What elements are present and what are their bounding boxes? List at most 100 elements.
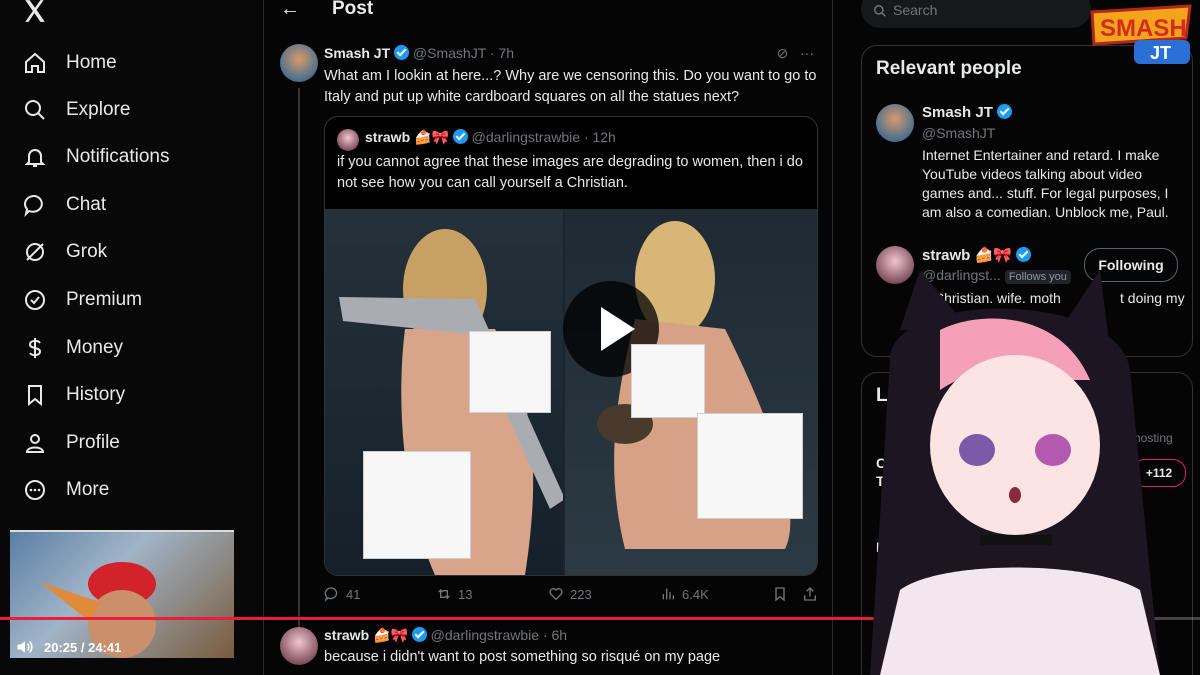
person-handle[interactable]: @SmashJT (922, 125, 995, 141)
tweet-actions: 41 13 223 6.4K (324, 586, 824, 606)
bookmark-icon (22, 382, 48, 408)
volume-icon[interactable] (14, 637, 36, 657)
verified-badge-icon (997, 104, 1013, 119)
quoted-author-handle: @darlingstrawbie (471, 129, 581, 145)
person-name[interactable]: Smash JT (922, 104, 1013, 121)
censor-box (631, 344, 705, 418)
back-arrow-icon[interactable]: ← (280, 0, 300, 21)
person-name-text: Smash JT (922, 104, 993, 121)
verified-badge-icon (452, 129, 468, 144)
reply-tweet-text: because i didn't want to post something … (324, 649, 721, 665)
verified-badge-icon (411, 627, 427, 642)
search-placeholder: Search (893, 2, 938, 18)
chat-bubble-icon (22, 192, 48, 218)
views-chart-icon (662, 588, 674, 600)
sidebar-item-label: Money (66, 337, 124, 358)
sidebar-item-explore[interactable]: Explore (22, 92, 130, 128)
sidebar-item-grok[interactable]: Grok (22, 234, 107, 270)
app-window: Home Explore Notifications Chat Grok Pre… (0, 0, 1200, 675)
share-button[interactable] (802, 586, 818, 602)
x-logo-icon[interactable] (22, 0, 48, 24)
like-button[interactable]: 223 (548, 586, 592, 602)
avatar[interactable] (280, 44, 318, 82)
author-name[interactable]: Smash JT (324, 45, 390, 61)
reply-icon (324, 587, 338, 602)
person-name-text: strawb 🍰🎀 (922, 247, 1012, 264)
sidebar-item-chat[interactable]: Chat (22, 187, 106, 223)
sidebar-item-label: More (66, 479, 110, 500)
bookmark-button[interactable] (772, 586, 788, 602)
premium-badge-icon (22, 287, 48, 313)
smash-jt-logo: SMASH JT (1088, 4, 1196, 66)
search-input[interactable]: Search (861, 0, 1091, 28)
reply-count: 41 (346, 586, 361, 602)
tweet-text: What am I lookin at here...? Why are we … (324, 68, 817, 105)
reply-button[interactable]: 41 (324, 586, 360, 602)
repost-icon (438, 589, 450, 599)
share-icon (804, 587, 816, 601)
sidebar-item-label: History (66, 384, 126, 405)
quoted-tweet-text: if you cannot agree that these images ar… (337, 154, 803, 191)
tweet-time[interactable]: · 6h (543, 627, 567, 643)
sidebar-item-notifications[interactable]: Notifications (22, 139, 170, 175)
quoted-tweet-header: strawb 🍰🎀 @darlingstrawbie · 12h (365, 129, 616, 146)
author-name[interactable]: strawb 🍰🎀 (324, 627, 408, 643)
quoted-tweet[interactable]: strawb 🍰🎀 @darlingstrawbie · 12h if you … (324, 116, 818, 576)
sidebar-item-label: Premium (66, 289, 143, 310)
sidebar-item-label: Grok (66, 241, 108, 262)
more-circle-icon (22, 477, 48, 503)
tweet-header: Smash JT @SmashJT · 7h (324, 45, 514, 61)
tweet-time[interactable]: · 7h (490, 45, 514, 61)
author-handle[interactable]: @SmashJT (413, 45, 486, 61)
sidebar-item-label: Notifications (66, 146, 170, 167)
svg-text:JT: JT (1150, 43, 1171, 63)
svg-text:SMASH: SMASH (1100, 15, 1187, 42)
verified-badge-icon (1016, 247, 1032, 262)
video-time: 20:25 / 24:41 (44, 639, 122, 655)
author-handle[interactable]: @darlingstrawbie (431, 627, 539, 643)
avatar[interactable] (876, 104, 914, 142)
vtuber-avatar-overlay (860, 270, 1200, 675)
quoted-author-name: strawb 🍰🎀 (365, 129, 449, 145)
home-icon (22, 50, 48, 76)
sidebar-item-label: Profile (66, 432, 120, 453)
repost-count: 13 (458, 586, 473, 602)
verified-badge-icon (394, 45, 410, 60)
person-name[interactable]: strawb 🍰🎀 (922, 246, 1032, 264)
player-controls: 20:25 / 24:41 (14, 637, 121, 657)
censor-box (363, 451, 471, 559)
sidebar-item-profile[interactable]: Profile (22, 425, 120, 461)
person-bio: Internet Entertainer and retard. I make … (922, 147, 1169, 220)
sidebar-item-history[interactable]: History (22, 377, 125, 413)
tweet-header-actions: ⊘ ··· (777, 45, 814, 62)
repost-button[interactable]: 13 (436, 586, 472, 602)
censor-box (697, 413, 803, 519)
censor-box (469, 331, 551, 413)
quoted-tweet-time: · 12h (583, 129, 616, 145)
dollar-icon (22, 335, 48, 361)
avatar[interactable] (280, 627, 318, 665)
sidebar-item-premium[interactable]: Premium (22, 282, 142, 318)
grok-icon[interactable]: ⊘ (777, 45, 789, 61)
sidebar-item-label: Home (66, 52, 117, 73)
divider (832, 0, 833, 675)
bell-icon (22, 144, 48, 170)
panel-title: Relevant people (876, 58, 1022, 79)
views-button[interactable]: 6.4K (660, 586, 709, 602)
sidebar-item-more[interactable]: More (22, 472, 109, 508)
view-count: 6.4K (682, 586, 709, 602)
bookmark-icon (775, 587, 785, 602)
post-column: ← Post Smash JT @SmashJT · 7h ⊘ ··· What… (264, 0, 832, 675)
video-media[interactable] (325, 209, 817, 575)
more-options-icon[interactable]: ··· (800, 45, 814, 61)
like-count: 223 (570, 586, 592, 602)
person-icon (22, 430, 48, 456)
thread-line (298, 88, 300, 628)
search-icon (874, 5, 886, 17)
avatar (337, 129, 359, 151)
sidebar-item-money[interactable]: Money (22, 330, 123, 366)
sidebar-item-home[interactable]: Home (22, 45, 117, 81)
heart-icon (549, 588, 563, 601)
video-progress-fill (0, 617, 992, 620)
sidebar-item-label: Chat (66, 194, 107, 215)
